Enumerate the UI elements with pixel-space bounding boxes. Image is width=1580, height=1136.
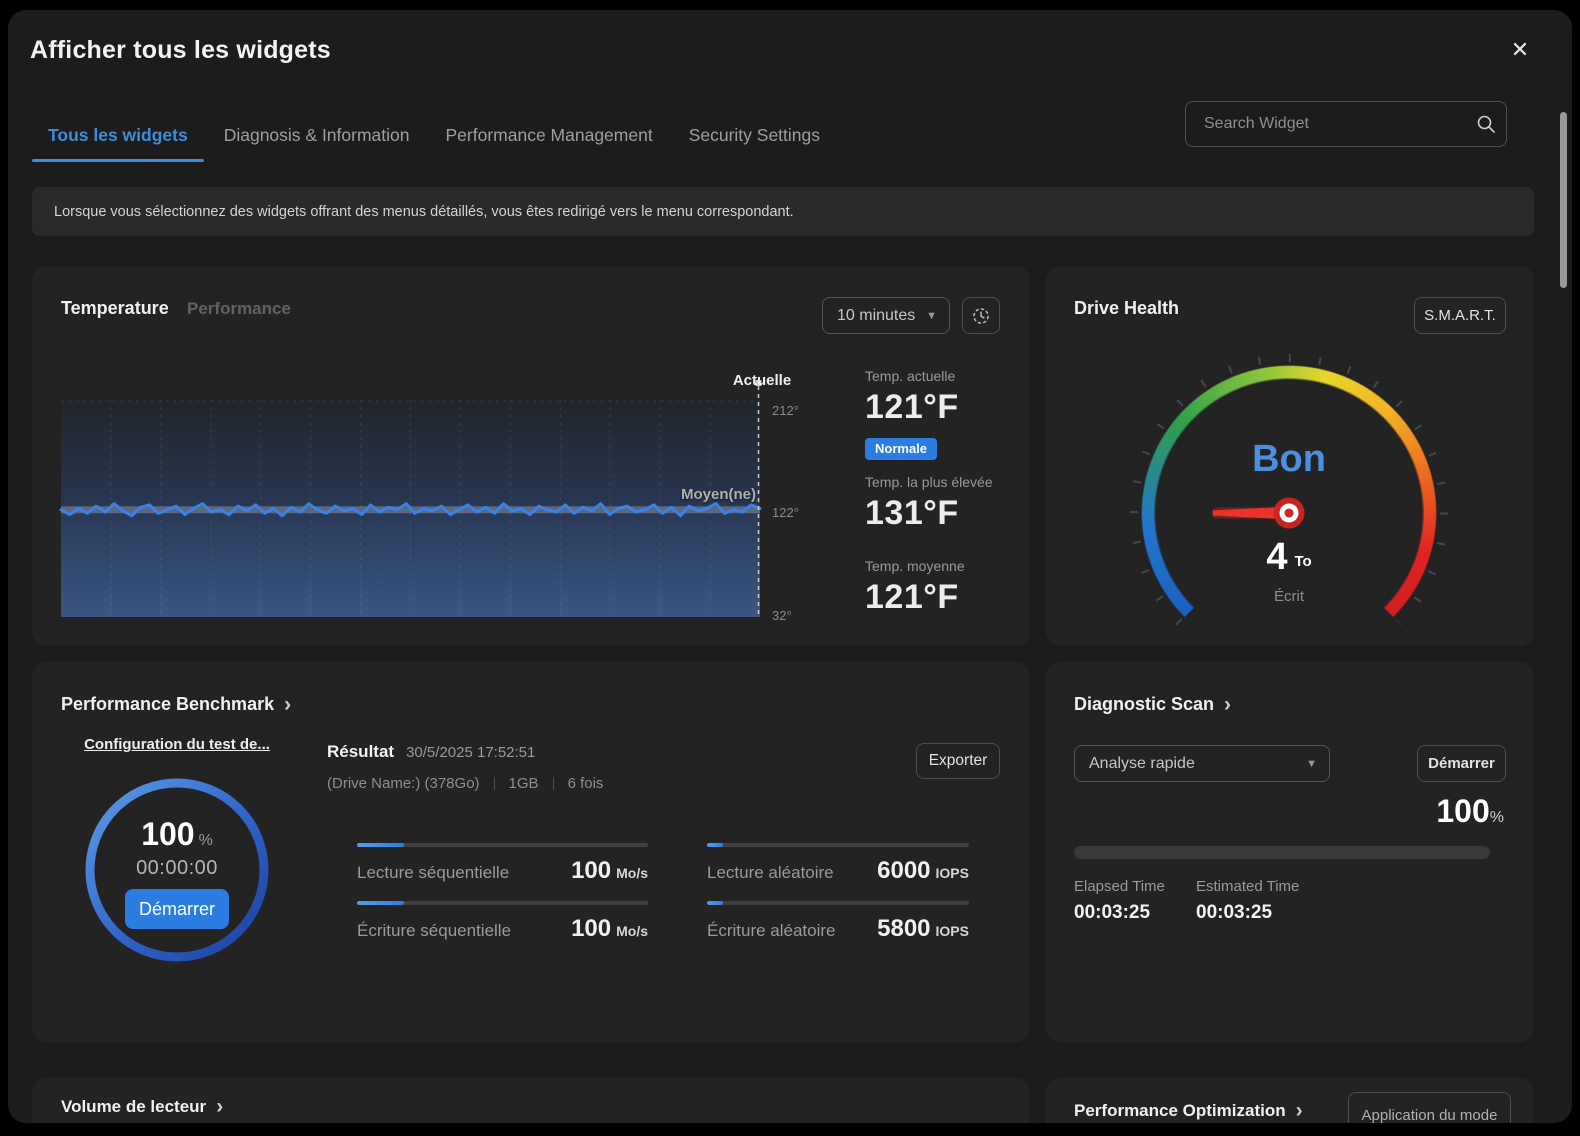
- metric-bar-track: [357, 843, 648, 847]
- average-temp-label: Temp. moyenne: [865, 558, 965, 574]
- history-clock-button[interactable]: [962, 297, 1000, 334]
- close-icon: ✕: [1511, 37, 1529, 63]
- tab-diagnosis-information[interactable]: Diagnosis & Information: [206, 114, 428, 156]
- performance-benchmark-widget: Performance Benchmark › Configuration du…: [32, 662, 1030, 1042]
- chevron-down-icon: ▼: [926, 310, 937, 322]
- metric-random-write: Écriture aléatoire 5800IOPS: [707, 901, 969, 943]
- search-icon[interactable]: [1466, 114, 1506, 134]
- test-size: 1GB: [509, 775, 539, 792]
- tab-bar: Tous les widgets Diagnosis & Information…: [30, 114, 838, 156]
- info-banner: Lorsque vous sélectionnez des widgets of…: [32, 187, 1534, 236]
- temperature-chart-svg: [61, 380, 760, 617]
- vertical-scrollbar[interactable]: [1560, 112, 1567, 288]
- temperature-subtitle: Performance: [187, 299, 291, 319]
- performance-optimization-widget: Performance Optimization › Application d…: [1046, 1078, 1534, 1123]
- benchmark-start-button[interactable]: Démarrer: [125, 889, 229, 929]
- metric-bar-fill: [707, 843, 723, 847]
- export-button[interactable]: Exporter: [916, 743, 1000, 779]
- diagnostic-percent: 100%: [1436, 793, 1504, 830]
- drive-health-status: Bon: [1189, 438, 1389, 481]
- average-marker-label: Moyen(ne): [681, 486, 756, 503]
- highest-temp-value: 131°F: [865, 494, 959, 533]
- metric-sequential-read: Lecture séquentielle 100Mo/s: [357, 843, 648, 885]
- search-input[interactable]: [1186, 115, 1466, 133]
- drive-health-widget: Drive Health S.M.A.R.T. Bon 4 To Écrit: [1046, 266, 1534, 646]
- chevron-right-icon: ›: [216, 1096, 223, 1117]
- written-unit: To: [1294, 553, 1311, 570]
- chevron-right-icon: ›: [284, 694, 291, 715]
- chevron-down-icon: ▼: [1306, 758, 1317, 770]
- benchmark-header[interactable]: Performance Benchmark ›: [61, 694, 291, 715]
- ytick-212: 212°: [772, 403, 822, 418]
- elapsed-time-value: 00:03:25: [1074, 902, 1150, 924]
- highest-temp-label: Temp. la plus élevée: [865, 474, 993, 490]
- performance-optimization-header[interactable]: Performance Optimization ›: [1074, 1100, 1303, 1121]
- chevron-right-icon: ›: [1296, 1100, 1303, 1121]
- metric-bar-track: [357, 901, 648, 905]
- benchmark-elapsed: 00:00:00: [136, 857, 218, 880]
- test-count: 6 fois: [568, 775, 604, 792]
- drive-health-title: Drive Health: [1074, 298, 1179, 319]
- drive-name: (Drive Name:) (378Go): [327, 775, 480, 792]
- scan-mode-dropdown[interactable]: Analyse rapide ▼: [1074, 745, 1330, 782]
- temperature-title: Temperature: [61, 298, 169, 319]
- clock-icon: [971, 306, 991, 326]
- tab-performance-management[interactable]: Performance Management: [428, 114, 671, 156]
- diagnostic-header[interactable]: Diagnostic Scan ›: [1074, 694, 1231, 715]
- page-title: Afficher tous les widgets: [30, 36, 331, 65]
- temperature-chart: Moyen(ne): [61, 400, 760, 617]
- benchmark-drive-info: (Drive Name:) (378Go) 1GB 6 fois: [327, 775, 603, 792]
- average-temp-value: 121°F: [865, 578, 959, 617]
- tab-security-settings[interactable]: Security Settings: [671, 114, 838, 156]
- separator: [553, 777, 554, 790]
- elapsed-time-label: Elapsed Time: [1074, 878, 1165, 895]
- tab-tous-les-widgets[interactable]: Tous les widgets: [30, 114, 206, 156]
- drive-volume-header[interactable]: Volume de lecteur ›: [61, 1096, 223, 1117]
- drive-volume-widget: Volume de lecteur ›: [32, 1078, 1030, 1123]
- written-value: 4: [1266, 536, 1287, 578]
- metric-random-read: Lecture aléatoire 6000IOPS: [707, 843, 969, 885]
- metric-bar-track: [707, 843, 969, 847]
- info-banner-text: Lorsque vous sélectionnez des widgets of…: [54, 204, 794, 220]
- widgets-dialog: Afficher tous les widgets ✕ Tous les wid…: [8, 10, 1572, 1123]
- metric-sequential-write: Écriture séquentielle 100Mo/s: [357, 901, 648, 943]
- gauge-ticks: [1134, 358, 1444, 623]
- total-written: 4 To: [1189, 536, 1389, 579]
- temp-status-badge: Normale: [865, 438, 937, 460]
- written-label: Écrit: [1189, 588, 1389, 605]
- separator: [494, 777, 495, 790]
- diagnostic-scan-widget: Diagnostic Scan › Analyse rapide ▼ Démar…: [1046, 662, 1534, 1042]
- close-button[interactable]: ✕: [1502, 32, 1538, 68]
- chevron-right-icon: ›: [1224, 694, 1231, 715]
- metric-bar-track: [707, 901, 969, 905]
- interval-dropdown[interactable]: 10 minutes ▼: [822, 297, 950, 334]
- temperature-widget: Temperature Performance 10 minutes ▼ Moy…: [32, 266, 1030, 646]
- ytick-122: 122°: [772, 505, 822, 520]
- estimated-time-label: Estimated Time: [1196, 878, 1299, 895]
- current-temp-label: Temp. actuelle: [865, 368, 955, 384]
- result-datetime: 30/5/2025 17:52:51: [406, 744, 535, 761]
- diagnostic-start-button[interactable]: Démarrer: [1417, 745, 1506, 782]
- smart-button[interactable]: S.M.A.R.T.: [1414, 297, 1506, 334]
- apply-mode-button[interactable]: Application du mode: [1348, 1092, 1511, 1123]
- benchmark-percent: 100%: [141, 818, 213, 850]
- current-marker-label: Actuelle: [722, 372, 802, 389]
- benchmark-progress-ring: 100% 00:00:00 Démarrer: [81, 774, 273, 966]
- current-temp-value: 121°F: [865, 388, 959, 427]
- estimated-time-value: 00:03:25: [1196, 902, 1272, 924]
- ytick-32: 32°: [772, 608, 822, 623]
- metric-bar-fill: [357, 843, 404, 847]
- diagnostic-progress-bar: [1074, 846, 1490, 859]
- metric-bar-fill: [357, 901, 404, 905]
- benchmark-config-link[interactable]: Configuration du test de...: [81, 736, 273, 753]
- metric-bar-fill: [707, 901, 723, 905]
- benchmark-result-header: Résultat 30/5/2025 17:52:51: [327, 742, 535, 762]
- result-label: Résultat: [327, 742, 394, 762]
- widget-search: [1185, 101, 1507, 147]
